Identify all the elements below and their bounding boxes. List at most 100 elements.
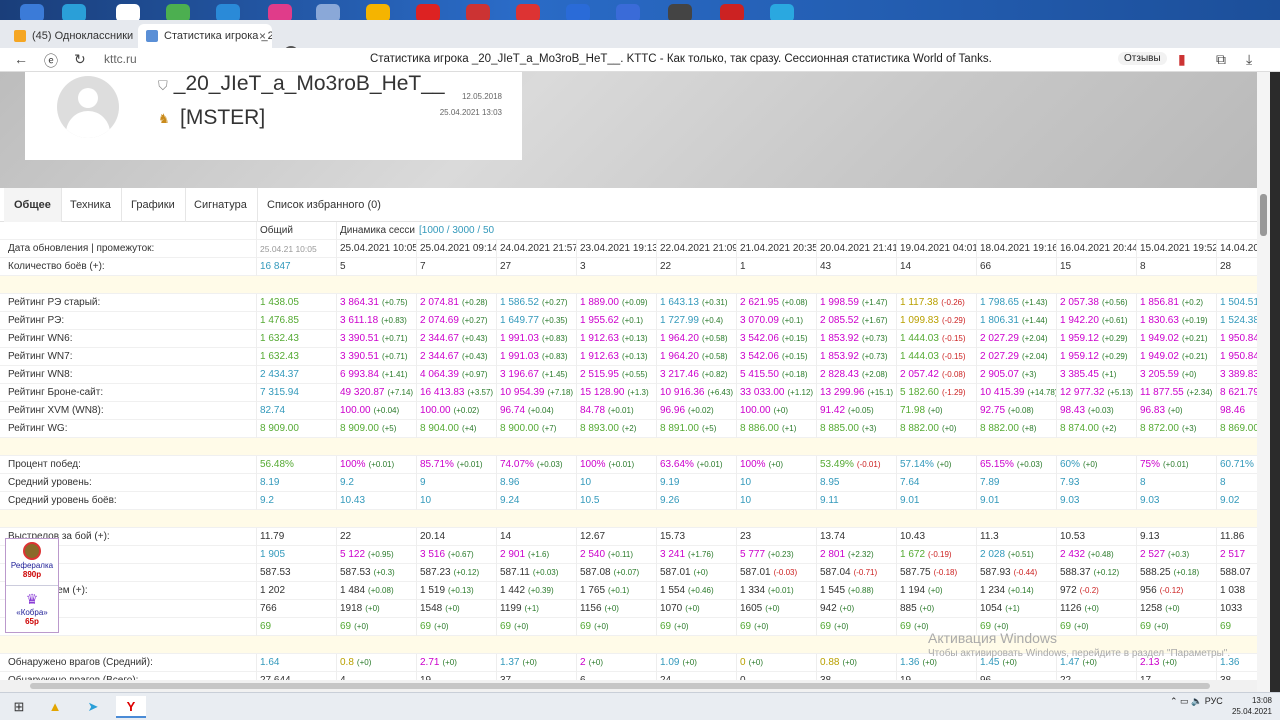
stat-value: 588.25 [1140, 567, 1171, 578]
protect-icon[interactable]: ⓔ [44, 51, 58, 71]
stat-value: 98.46 [1220, 405, 1246, 416]
stat-delta: (+0.67) [448, 550, 474, 559]
close-tab-icon[interactable]: × [259, 24, 266, 48]
cobra-link[interactable]: ♛ «Кобра» 65р [6, 587, 58, 633]
stat-value: 9.02 [1220, 495, 1240, 506]
stat-value: 82.74 [260, 405, 286, 416]
stat-value: 885 [900, 603, 917, 614]
tab-vehicles[interactable]: Техника [60, 188, 122, 222]
stat-value: 69 [740, 621, 752, 632]
row-label: Средний уровень: [8, 477, 92, 488]
table-row: Рейтинг РЭ: 1 476.85 3 611.18 (+0.83) 2 074.… [0, 312, 1257, 330]
bookmark-icon[interactable]: ▮ [1178, 51, 1186, 68]
start-icon[interactable]: ⊞ [4, 696, 34, 718]
stat-cell: 8 909.00 [256, 420, 336, 438]
hscroll-thumb[interactable] [30, 683, 1210, 689]
stat-delta: (+0.18) [781, 370, 808, 379]
stat-cell: 1 853.92 (+0.73) [816, 330, 896, 348]
stat-delta: (+0.27) [461, 316, 488, 325]
telegram-icon[interactable]: ➤ [78, 696, 108, 718]
stat-delta: (+0.12) [1093, 568, 1120, 577]
avast-icon[interactable]: ▲ [40, 696, 70, 718]
stat-delta: (+1) [524, 604, 539, 613]
stat-cell: 587.53 (+0.3) [336, 564, 416, 582]
stat-value: 3 390.51 [340, 333, 379, 344]
tab-charts[interactable]: Графики [121, 188, 186, 222]
url-field[interactable]: kttc.ru [104, 52, 137, 66]
stat-value: 1 484 [340, 585, 366, 596]
stat-cell: 1918 (+0) [336, 600, 416, 618]
stat-cell: 2 515.95 (+0.55) [576, 366, 656, 384]
activation-watermark-text: Чтобы активировать Windows, перейдите в … [928, 648, 1231, 659]
tab-signature[interactable]: Сигнатура [184, 188, 258, 222]
stat-cell: 9.24 [496, 492, 576, 510]
tab-odnoklassniki[interactable]: (45) Одноклассники [6, 24, 136, 48]
stat-value: 69 [1140, 621, 1152, 632]
stat-value: 69 [260, 621, 272, 632]
tab-stats[interactable]: Статистика игрока _20_ × [138, 24, 272, 48]
vertical-scrollbar[interactable] [1257, 72, 1270, 692]
stat-value: 1 798.65 [980, 297, 1019, 308]
stat-cell: 1 830.63 (+0.19) [1136, 312, 1216, 330]
stat-value: 1 959.12 [1060, 333, 1099, 344]
stat-value: 4 064.39 [420, 369, 459, 380]
tab-favorites[interactable]: Список избранного (0) [257, 188, 391, 222]
stat-delta: (+0) [604, 604, 619, 613]
stat-delta: (-0.18) [933, 568, 958, 577]
stat-value: 12.67 [580, 531, 606, 542]
clock[interactable]: 13:08 25.04.2021 [1232, 695, 1272, 717]
stat-value: 8 872.00 [1140, 423, 1179, 434]
stat-value: 69 [820, 621, 832, 632]
stat-delta: (+5.13) [1107, 388, 1134, 397]
stat-cell: 8 882.00 (+8) [976, 420, 1056, 438]
download-icon[interactable]: ⤓ [1246, 51, 1252, 68]
stat-value: 23 [740, 531, 752, 542]
stat-value: 2 527 [1140, 549, 1166, 560]
stat-delta: (-0.12) [1159, 586, 1184, 595]
horizontal-scrollbar[interactable] [0, 680, 1257, 692]
stat-delta: (+0) [445, 604, 460, 613]
promo-widget[interactable]: Рефералка 890р ♛ «Кобра» 65р [5, 538, 59, 633]
vscroll-thumb[interactable] [1260, 194, 1267, 236]
stat-value: 1 765 [580, 585, 606, 596]
stat-value: 8.19 [260, 477, 280, 488]
referral-link[interactable]: Рефералка 890р [6, 539, 58, 586]
row-label: Средний уровень боёв: [8, 495, 117, 506]
stat-value: 1 649.77 [500, 315, 539, 326]
stat-value: 1 955.62 [580, 315, 619, 326]
stat-delta: (+0) [765, 604, 780, 613]
stat-delta: (+0.07) [613, 568, 640, 577]
reader-icon[interactable]: ⧉ [1216, 51, 1226, 68]
reload-icon[interactable]: ↻ [74, 51, 86, 68]
stat-cell: 1 484 (+0.08) [336, 582, 416, 600]
stat-delta: (-0.29) [941, 316, 966, 325]
stat-cell: 28 [1216, 258, 1257, 276]
medal-icon [23, 542, 41, 560]
feedback-button[interactable]: Отзывы [1118, 52, 1167, 65]
table-row: опаданий:6969(+0)69(+0)69(+0)69(+0)69(+0… [0, 618, 1257, 636]
stat-cell: 69 [256, 618, 336, 636]
dynamics-range-link[interactable]: [1000 / 3000 / 50 [419, 225, 494, 236]
stat-value: 2 057.42 [900, 369, 939, 380]
stat-cell: 91.42 (+0.05) [816, 402, 896, 420]
back-icon[interactable]: ← [14, 51, 28, 67]
stat-cell: 33 033.00 (+1.12) [736, 384, 816, 402]
tray-icons: ⌃ ▭ 🔈 [1170, 696, 1205, 706]
stat-delta: (+0) [834, 622, 849, 631]
activation-watermark-title: Активация Windows [928, 630, 1058, 646]
stat-delta: (+0) [919, 604, 935, 613]
stat-value: 2 027.29 [980, 333, 1019, 344]
stat-delta: (+14.78) [1027, 388, 1057, 397]
profile-header: ⛉ _20_JIeT_a_Mo3roB_HeT__ ♞ [MSTER] 12.05.… [0, 72, 1257, 188]
taskbar: ⊞ ▲ ➤ Y ⌃ ▭ 🔈 РУС 13:08 25.04.2021 [0, 692, 1280, 720]
stat-cell: 8 621.79 [1216, 384, 1257, 402]
yandex-browser-icon[interactable]: Y [116, 696, 146, 718]
stat-cell: 20.04.2021 21:41 [816, 240, 896, 258]
table-row: но в среднем (+):1 2021 484(+0.08)1 519(… [0, 582, 1257, 600]
stat-cell: 21.04.2021 20:35 [736, 240, 816, 258]
stat-cell: 10.43 [336, 492, 416, 510]
stat-cell: 1 476.85 [256, 312, 336, 330]
stat-value: 587.08 [580, 567, 611, 578]
stat-delta: (+1.43) [1021, 298, 1048, 307]
tab-general[interactable]: Общее [4, 188, 62, 222]
